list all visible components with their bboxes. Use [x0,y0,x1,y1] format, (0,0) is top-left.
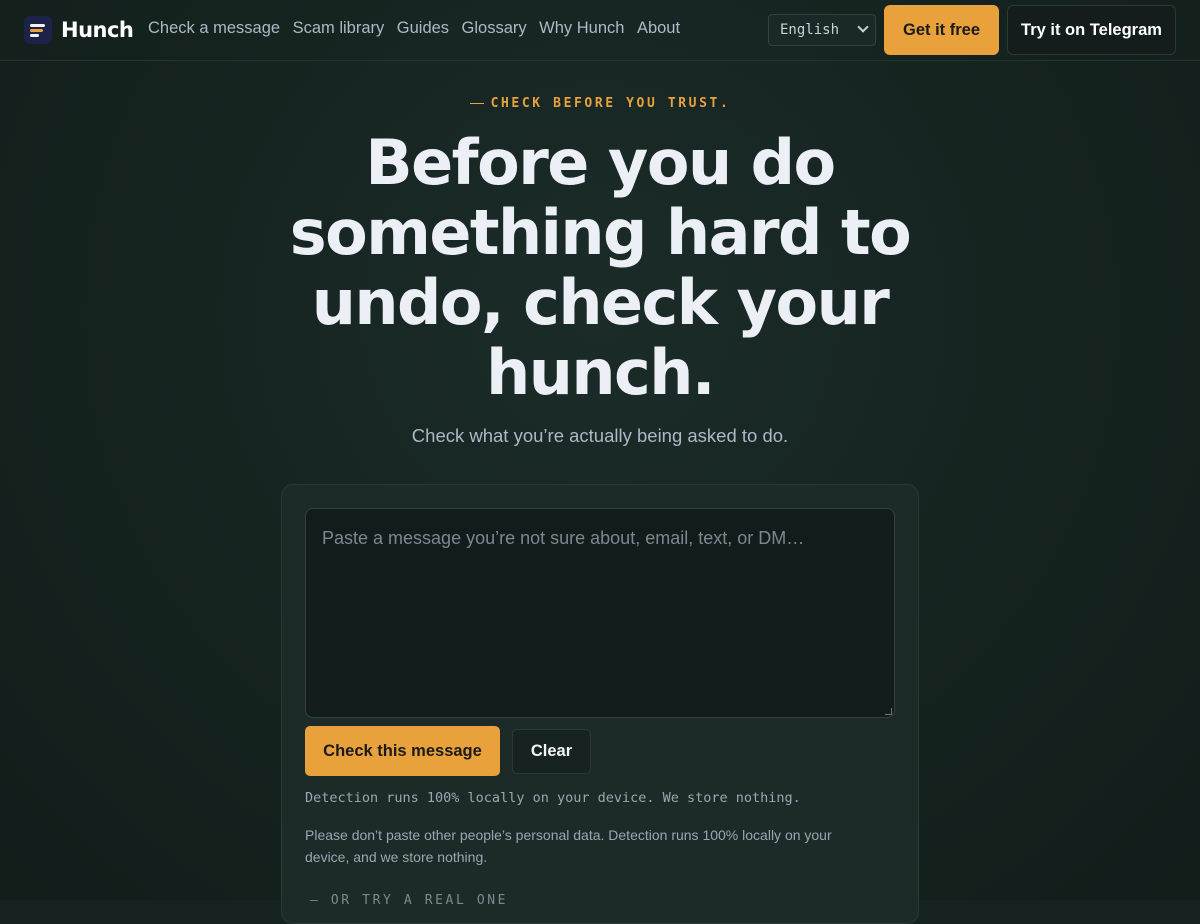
hunch-logo-icon [24,16,52,44]
brand-name: Hunch [61,18,134,42]
nav-link-glossary[interactable]: Glossary [462,19,527,38]
get-it-free-button[interactable]: Get it free [884,5,999,55]
nav-link-about[interactable]: About [637,19,680,38]
check-message-button[interactable]: Check this message [305,726,500,776]
resize-handle-icon[interactable] [885,708,892,715]
language-select[interactable]: English [768,14,876,46]
message-input[interactable]: Paste a message you’re not sure about, e… [305,508,895,718]
clear-button[interactable]: Clear [512,729,591,774]
try-real-one-label: — OR TRY A REAL ONE [310,893,509,908]
language-select-value: English [780,22,840,38]
chevron-down-icon [857,21,869,33]
try-on-telegram-button[interactable]: Try it on Telegram [1007,5,1176,55]
privacy-note: Please don’t paste other people’s person… [305,827,832,865]
hero-headline: Before you do something hard to undo, ch… [289,126,912,409]
try-real-one-text: OR TRY A REAL ONE [330,893,509,908]
nav-link-why-hunch[interactable]: Why Hunch [539,19,624,38]
message-input-placeholder: Paste a message you’re not sure about, e… [322,528,805,548]
nav-link-check-a-message[interactable]: Check a message [148,19,280,38]
brand-logo[interactable]: Hunch [24,16,134,44]
top-nav: Hunch Check a message Scam library Guide… [0,0,1200,61]
hero-eyebrow: CHECK BEFORE YOU TRUST. [0,96,1200,111]
nav-link-scam-library[interactable]: Scam library [293,19,385,38]
privacy-note-mono: Detection runs 100% locally on your devi… [305,790,801,806]
hero-eyebrow-text: CHECK BEFORE YOU TRUST. [490,96,731,111]
eyebrow-dash [469,103,484,104]
hero-subhead: Check what you’re actually being asked t… [411,425,789,446]
nav-links: Check a message Scam library Guides Glos… [148,19,693,38]
nav-link-guides[interactable]: Guides [397,19,449,38]
